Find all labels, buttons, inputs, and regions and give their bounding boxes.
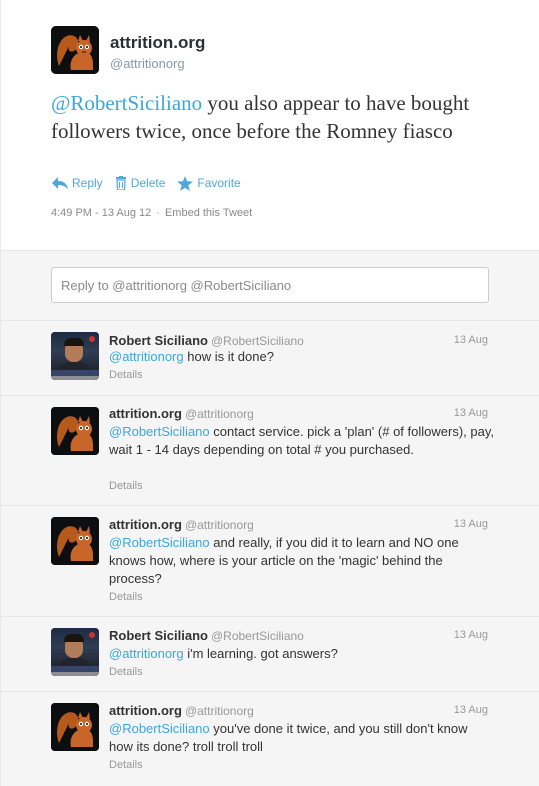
tweet-permalink-container: attrition.org @attritionorg @RobertSicil… <box>0 0 539 786</box>
tweet-text: @RobertSiciliano you also appear to have… <box>51 89 501 145</box>
reply-time[interactable]: 13 Aug <box>454 334 488 346</box>
reply-author[interactable]: attrition.org @attritionorg <box>109 517 254 532</box>
reply-input[interactable] <box>51 267 489 303</box>
squirrel-logo-icon[interactable] <box>51 26 99 74</box>
reply-arrow-icon <box>51 176 69 190</box>
reply-text: @attritionorg i'm learning. got answers? <box>109 645 494 663</box>
details-link[interactable]: Details <box>109 759 143 771</box>
reply-tweet[interactable]: Robert Siciliano @RobertSiciliano 13 Aug … <box>1 321 539 396</box>
mention-link[interactable]: @RobertSiciliano <box>51 91 202 115</box>
reply-author[interactable]: Robert Siciliano @RobertSiciliano <box>109 628 304 643</box>
reply-text: @RobertSiciliano and really, if you did … <box>109 534 494 588</box>
reply-body: how is it done? <box>183 349 274 364</box>
reply-label: Reply <box>72 176 103 190</box>
squirrel-avatar-graphic <box>51 407 99 455</box>
delete-label: Delete <box>130 176 166 190</box>
reply-author-handle: @attritionorg <box>184 407 254 421</box>
details-link[interactable]: Details <box>109 369 143 381</box>
star-icon <box>177 176 194 191</box>
reply-author-name: Robert Siciliano <box>109 333 208 348</box>
reply-author-handle: @RobertSiciliano <box>210 334 304 348</box>
tweet-timestamp[interactable]: 4:49 PM - 13 Aug 12 <box>51 207 151 219</box>
mention-link[interactable]: @attritionorg <box>109 349 184 364</box>
reply-text: @attritionorg how is it done? <box>109 348 494 366</box>
reply-author-name: attrition.org <box>109 406 182 421</box>
reply-author[interactable]: attrition.org @attritionorg <box>109 406 254 421</box>
squirrel-logo-icon[interactable] <box>51 703 99 751</box>
separator-dot: · <box>156 207 160 219</box>
reply-tweet[interactable]: attrition.org @attritionorg 13 Aug @Rober… <box>1 506 539 617</box>
details-link[interactable]: Details <box>109 666 143 678</box>
mention-link[interactable]: @RobertSiciliano <box>109 535 210 550</box>
reply-time[interactable]: 13 Aug <box>454 407 488 419</box>
reply-box-area <box>1 251 539 321</box>
reply-time[interactable]: 13 Aug <box>454 629 488 641</box>
delete-button[interactable]: Delete <box>115 176 166 191</box>
reply-tweet[interactable]: attrition.org @attritionorg 13 Aug @Rober… <box>1 692 539 786</box>
person-photo-icon <box>51 628 99 676</box>
trash-icon <box>115 176 128 191</box>
reply-tweet[interactable]: attrition.org @attritionorg 13 Aug @Rober… <box>1 396 539 506</box>
squirrel-avatar-graphic <box>51 26 99 74</box>
tweet-actions: Reply Delete Favorite <box>51 174 253 192</box>
reply-text: @RobertSiciliano contact service. pick a… <box>109 423 494 459</box>
favorite-button[interactable]: Favorite <box>177 176 241 191</box>
squirrel-logo-icon[interactable] <box>51 407 99 455</box>
details-link[interactable]: Details <box>109 591 143 603</box>
person-photo-icon <box>51 332 99 380</box>
reply-tweet[interactable]: Robert Siciliano @RobertSiciliano 13 Aug … <box>1 617 539 692</box>
mention-link[interactable]: @RobertSiciliano <box>109 721 210 736</box>
reply-author[interactable]: Robert Siciliano @RobertSiciliano <box>109 333 304 348</box>
reply-author-name: Robert Siciliano <box>109 628 208 643</box>
author-name[interactable]: attrition.org <box>110 33 205 53</box>
embed-tweet-link[interactable]: Embed this Tweet <box>165 207 252 219</box>
mention-link[interactable]: @attritionorg <box>109 646 184 661</box>
reply-author-handle: @RobertSiciliano <box>210 629 304 643</box>
squirrel-avatar-graphic <box>51 703 99 751</box>
tweet-meta: 4:49 PM - 13 Aug 12 · Embed this Tweet <box>51 207 252 219</box>
robert-avatar[interactable] <box>51 628 99 676</box>
reply-author-name: attrition.org <box>109 517 182 532</box>
author-handle[interactable]: @attritionorg <box>110 56 185 71</box>
details-link[interactable]: Details <box>109 480 143 492</box>
reply-author[interactable]: attrition.org @attritionorg <box>109 703 254 718</box>
favorite-label: Favorite <box>197 176 241 190</box>
reply-author-handle: @attritionorg <box>184 518 254 532</box>
squirrel-avatar-graphic <box>51 517 99 565</box>
reply-time[interactable]: 13 Aug <box>454 518 488 530</box>
reply-time[interactable]: 13 Aug <box>454 704 488 716</box>
reply-text: @RobertSiciliano you've done it twice, a… <box>109 720 494 756</box>
robert-avatar[interactable] <box>51 332 99 380</box>
main-tweet: attrition.org @attritionorg @RobertSicil… <box>1 0 539 251</box>
reply-button[interactable]: Reply <box>51 176 103 190</box>
reply-author-handle: @attritionorg <box>184 704 254 718</box>
mention-link[interactable]: @RobertSiciliano <box>109 424 210 439</box>
reply-author-name: attrition.org <box>109 703 182 718</box>
squirrel-logo-icon[interactable] <box>51 517 99 565</box>
reply-body: i'm learning. got answers? <box>183 646 338 661</box>
